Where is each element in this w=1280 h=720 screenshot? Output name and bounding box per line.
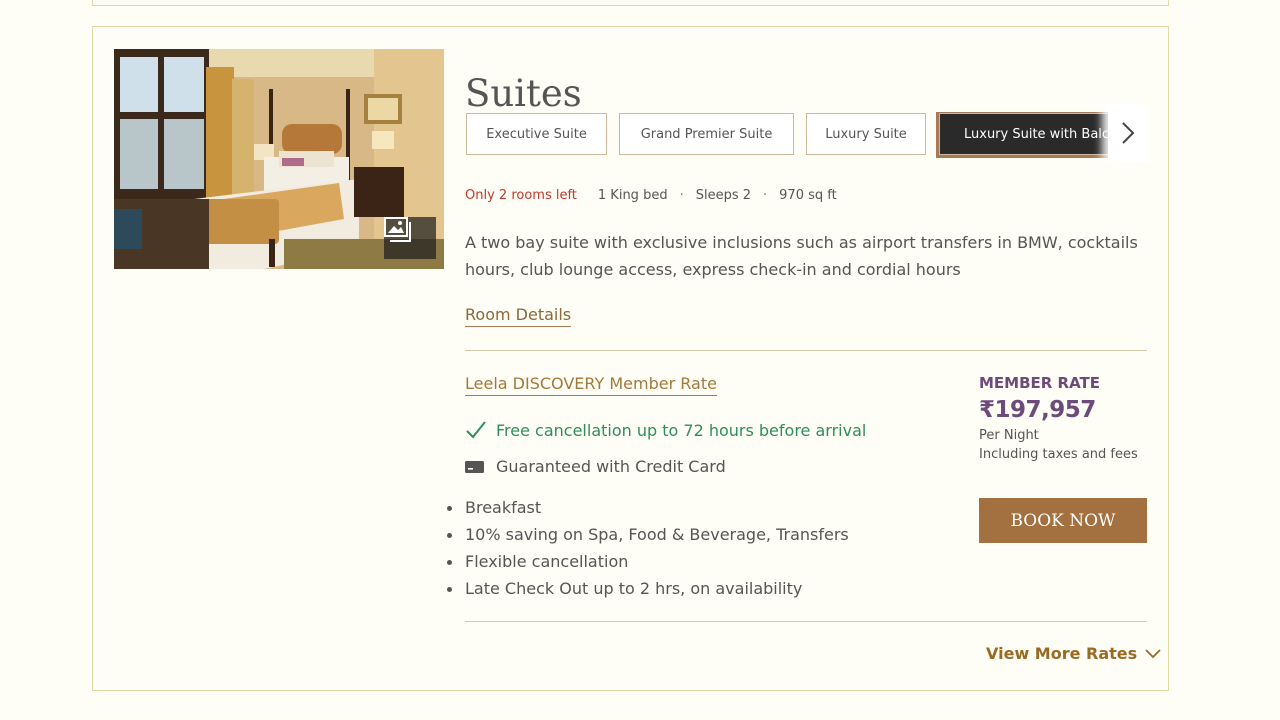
room-title: Suites [465,72,582,115]
gallery-button[interactable] [384,217,436,259]
tab-grand-premier-suite[interactable]: Grand Premier Suite [619,113,794,155]
area-info: 970 sq ft [779,188,837,203]
credit-card-guarantee: Guaranteed with Credit Card [465,457,726,476]
separator-dot: · [763,188,768,203]
suite-tabs: Executive Suite Grand Premier Suite Luxu… [465,112,1145,160]
chevron-right-icon [1122,122,1135,144]
bed-info: 1 King bed [597,188,668,203]
room-meta: Only 2 rooms left 1 King bed · Sleeps 2 … [465,188,837,203]
price-value: ₹197,957 [979,397,1096,423]
list-item: Flexible cancellation [447,548,849,575]
gallery-icon [384,217,411,242]
tab-executive-suite[interactable]: Executive Suite [466,113,607,155]
price-box: MEMBER RATE ₹197,957 Per Night Including… [979,374,1138,462]
room-details-link[interactable]: Room Details [465,305,572,327]
credit-card-icon [465,460,484,473]
room-description: A two bay suite with exclusive inclusion… [465,233,1138,279]
room-card: Suites Executive Suite Grand Premier Sui… [92,26,1169,691]
room-photo[interactable] [114,49,444,269]
guarantee-text: Guaranteed with Credit Card [496,457,726,476]
tabs-next-button[interactable] [1108,104,1148,162]
free-cancellation: Free cancellation up to 72 hours before … [465,420,866,440]
per-night-label: Per Night [979,428,1039,443]
book-now-button[interactable]: BOOK NOW [979,498,1147,543]
list-item: Breakfast [447,494,849,521]
taxes-label: Including taxes and fees [979,447,1138,462]
view-more-rates-button[interactable]: View More Rates [986,644,1161,663]
list-item: 10% saving on Spa, Food & Beverage, Tran… [447,521,849,548]
price-label: MEMBER RATE [979,374,1101,392]
list-item: Late Check Out up to 2 hrs, on availabil… [447,575,849,602]
separator-dot: · [679,188,684,203]
sleeps-info: Sleeps 2 [695,188,752,203]
previous-room-card [92,0,1169,6]
rate-benefits: Breakfast 10% saving on Spa, Food & Beve… [447,494,849,602]
rate-name-link[interactable]: Leela DISCOVERY Member Rate [465,374,717,396]
rooms-left-badge: Only 2 rooms left [465,188,577,203]
check-icon [466,421,486,439]
chevron-down-icon [1145,648,1161,658]
divider [465,621,1147,622]
cancellation-text: Free cancellation up to 72 hours before … [496,420,867,440]
tab-luxury-suite[interactable]: Luxury Suite [806,113,926,155]
divider [465,350,1147,351]
view-more-label: View More Rates [986,644,1138,663]
